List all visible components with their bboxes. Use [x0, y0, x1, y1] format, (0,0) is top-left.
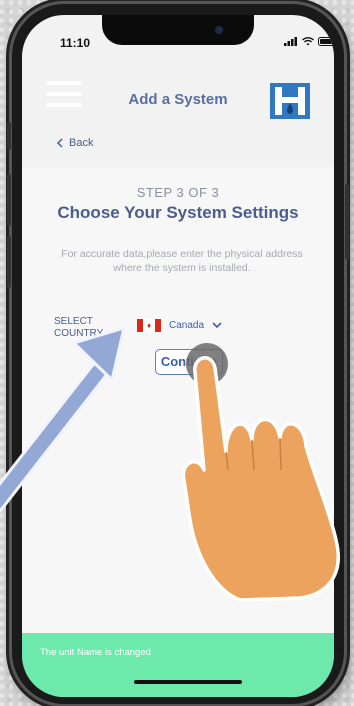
back-link[interactable]: Back — [56, 137, 93, 149]
mute-switch — [7, 122, 11, 150]
volume-down-button — [7, 236, 11, 288]
toast-message: The unit Name is changed — [40, 647, 151, 658]
volume-up-button — [7, 174, 11, 226]
home-indicator[interactable] — [134, 680, 242, 684]
battery-icon — [318, 37, 334, 46]
notch — [102, 15, 254, 45]
power-button — [345, 184, 349, 260]
step-indicator: STEP 3 OF 3 — [136, 185, 220, 200]
select-country-label: SELECT COUNTRY — [54, 316, 104, 339]
section-heading: Choose Your System Settings — [57, 203, 299, 222]
address-description: For accurate data,please enter the physi… — [61, 248, 303, 274]
signal-icon — [284, 37, 297, 46]
chevron-down-icon — [212, 322, 222, 329]
settings-content: STEP 3 OF 3 Choose Your System Settings … — [22, 167, 334, 647]
brand-logo-icon — [270, 83, 310, 119]
country-select[interactable]: ♦ Canada — [137, 319, 222, 332]
app-screen: 11:10 Add a System Back STEP 3 OF 3 Choo… — [22, 15, 334, 697]
app-header: Add a System — [22, 67, 334, 129]
status-icons — [284, 37, 334, 46]
wifi-icon — [302, 37, 314, 46]
chevron-left-icon — [56, 138, 63, 148]
continue-button[interactable]: Continue — [155, 349, 223, 375]
back-label: Back — [69, 137, 94, 149]
status-time: 11:10 — [60, 36, 91, 50]
country-value: Canada — [169, 320, 205, 331]
toast-banner: The unit Name is changed — [22, 633, 334, 697]
camera-icon — [215, 26, 223, 34]
canada-flag-icon: ♦ — [137, 319, 161, 332]
